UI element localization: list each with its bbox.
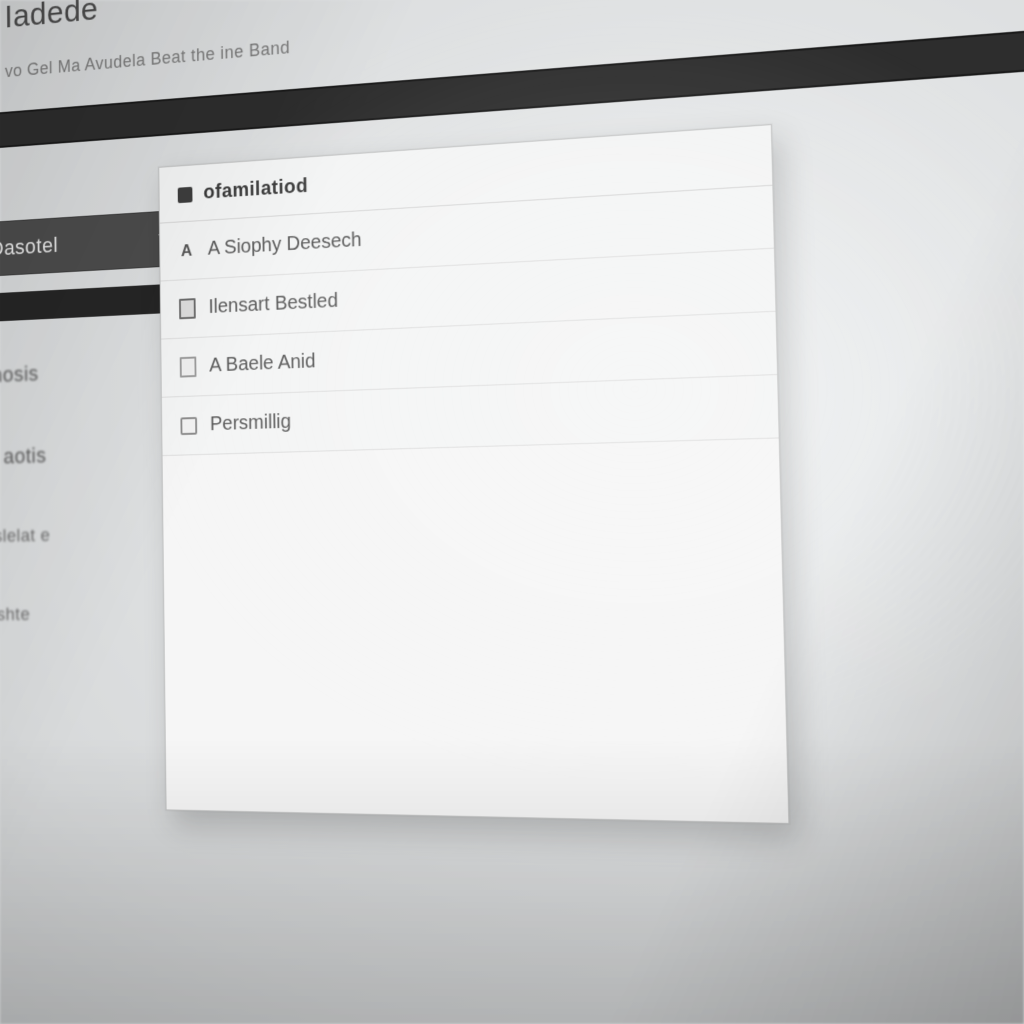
- menu-item[interactable]: [7, 121, 11, 138]
- dropdown-item-label: A Siophy Deesech: [208, 229, 362, 260]
- sidebar-selected-label: Dasotel: [0, 233, 58, 262]
- dropdown-panel: ofamilatiod A A Siophy Deesech Ilensart …: [158, 124, 789, 824]
- dropdown-body: [163, 438, 789, 823]
- dropdown-item-label: A Baele Anid: [209, 350, 316, 377]
- header-icon: [178, 186, 193, 202]
- dropdown-header-label: ofamilatiod: [203, 175, 308, 204]
- main-area: Remove Dasotel tinosis al aotis Pslelat …: [0, 105, 1024, 1024]
- dropdown-item-label: Ilensart Bestled: [208, 290, 338, 319]
- dropdown-item-label: Persmillig: [210, 411, 291, 436]
- letter-a-icon: A: [178, 241, 195, 259]
- document-icon: [180, 358, 197, 376]
- checkbox-icon: [180, 416, 197, 434]
- document-icon: [179, 300, 196, 318]
